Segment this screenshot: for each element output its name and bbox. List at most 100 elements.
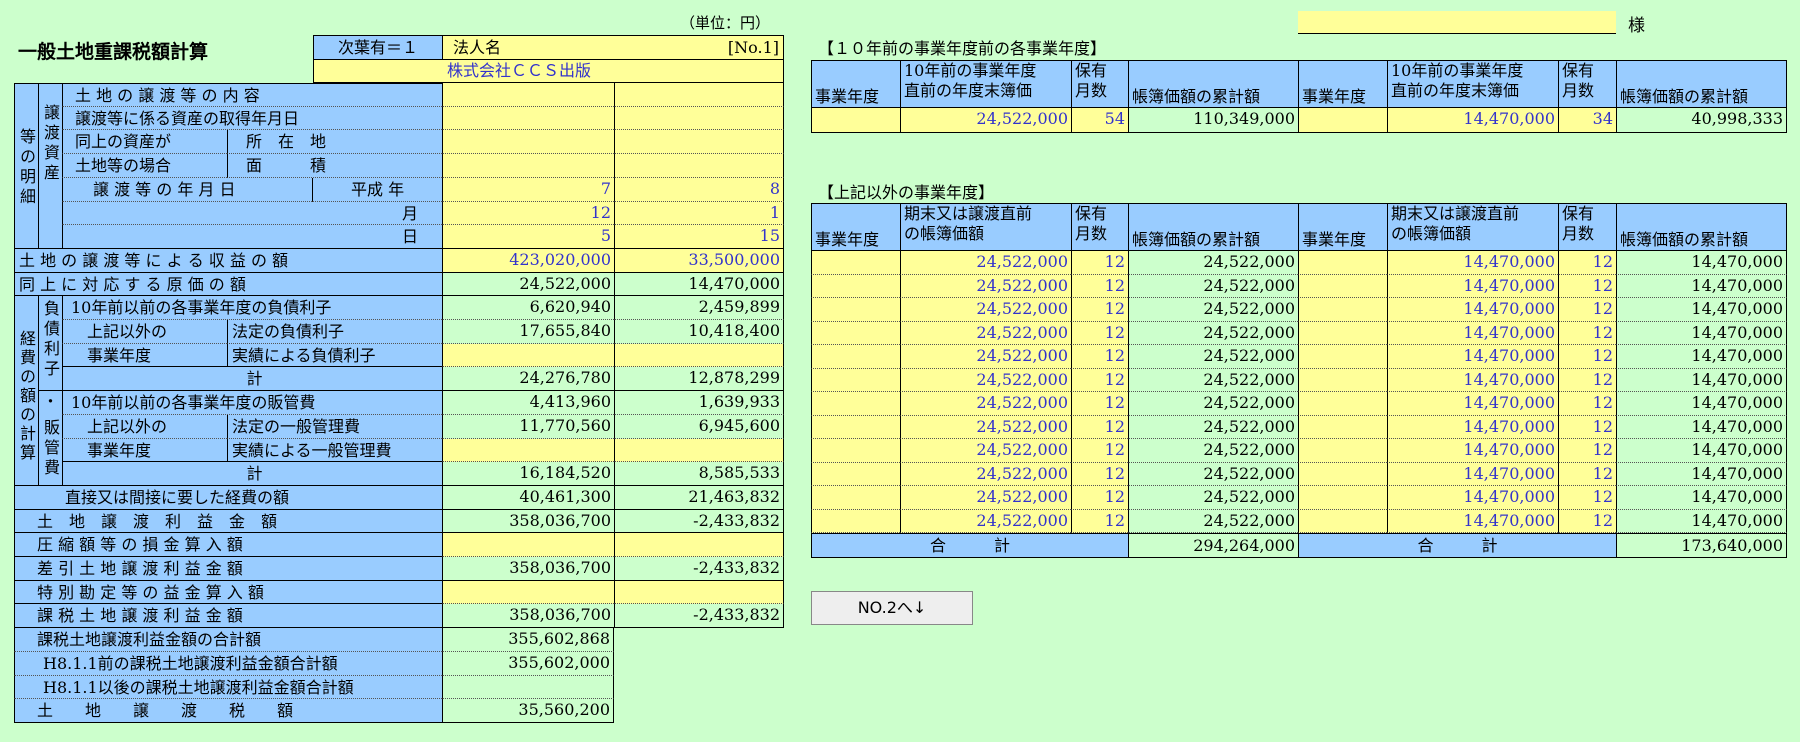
months-cell[interactable]: 34 — [1558, 108, 1616, 133]
book-value-cell[interactable]: 24,522,000 — [900, 463, 1071, 486]
months-cell[interactable]: 12 — [1071, 510, 1128, 533]
fiscal-year-cell[interactable] — [811, 510, 900, 533]
r20-value-1[interactable] — [442, 533, 614, 557]
year-value-2[interactable]: 8 — [614, 178, 784, 202]
corp-name-field[interactable]: 株式会社ＣＣＳ出版 — [313, 60, 784, 83]
book-value-cell[interactable]: 14,470,000 — [1387, 251, 1558, 275]
book-value-cell[interactable]: 24,522,000 — [900, 416, 1071, 439]
months-cell[interactable]: 12 — [1558, 251, 1616, 275]
r22-value-2[interactable] — [614, 581, 784, 604]
book-value-cell[interactable]: 24,522,000 — [900, 510, 1071, 533]
r1-value-1[interactable] — [442, 83, 614, 107]
r3d-value-2[interactable] — [614, 154, 784, 178]
book-value-cell[interactable]: 14,470,000 — [1387, 322, 1558, 345]
fiscal-year-cell[interactable] — [1298, 416, 1387, 439]
months-cell[interactable]: 12 — [1558, 322, 1616, 345]
months-cell[interactable]: 12 — [1558, 345, 1616, 369]
book-value-cell[interactable]: 14,470,000 — [1387, 416, 1558, 439]
months-cell[interactable]: 12 — [1071, 439, 1128, 463]
months-cell[interactable]: 12 — [1071, 486, 1128, 510]
months-cell[interactable]: 12 — [1071, 463, 1128, 486]
r16-value-2[interactable] — [614, 439, 784, 462]
r12-value-2[interactable] — [614, 344, 784, 367]
book-value-cell[interactable]: 14,470,000 — [1387, 298, 1558, 322]
book-value-cell[interactable]: 24,522,000 — [900, 251, 1071, 275]
months-cell[interactable]: 12 — [1071, 392, 1128, 416]
r1-value-2[interactable] — [614, 83, 784, 107]
fiscal-year-cell[interactable] — [811, 486, 900, 510]
year-value-1[interactable]: 7 — [442, 178, 614, 202]
day-value-2[interactable]: 15 — [614, 225, 784, 249]
r3c-value-2[interactable] — [614, 130, 784, 154]
fiscal-year-cell[interactable] — [811, 322, 900, 345]
fiscal-year-cell[interactable] — [811, 439, 900, 463]
fiscal-year-cell[interactable] — [1298, 369, 1387, 392]
month-value-2[interactable]: 1 — [614, 202, 784, 225]
income-value-1[interactable]: 423,020,000 — [442, 249, 614, 273]
r16-value-1[interactable] — [442, 439, 614, 462]
fiscal-year-cell[interactable] — [1298, 108, 1387, 133]
month-value-1[interactable]: 12 — [442, 202, 614, 225]
fiscal-year-cell[interactable] — [811, 392, 900, 416]
r3d-value-1[interactable] — [442, 154, 614, 178]
months-cell[interactable]: 54 — [1071, 108, 1128, 133]
book-value-cell[interactable]: 24,522,000 — [900, 275, 1071, 298]
book-value-cell[interactable]: 14,470,000 — [1387, 463, 1558, 486]
fiscal-year-cell[interactable] — [811, 275, 900, 298]
book-value-cell[interactable]: 14,470,000 — [1387, 486, 1558, 510]
fiscal-year-cell[interactable] — [1298, 251, 1387, 275]
months-cell[interactable]: 12 — [1558, 416, 1616, 439]
book-value-cell[interactable]: 24,522,000 — [900, 439, 1071, 463]
months-cell[interactable]: 12 — [1558, 275, 1616, 298]
fiscal-year-cell[interactable] — [1298, 322, 1387, 345]
fiscal-year-cell[interactable] — [811, 251, 900, 275]
r12-value-1[interactable] — [442, 344, 614, 367]
months-cell[interactable]: 12 — [1071, 345, 1128, 369]
months-cell[interactable]: 12 — [1558, 298, 1616, 322]
fiscal-year-cell[interactable] — [811, 369, 900, 392]
book-value-cell[interactable]: 14,470,000 — [1387, 510, 1558, 533]
book-value-cell[interactable]: 14,470,000 — [1387, 275, 1558, 298]
months-cell[interactable]: 12 — [1558, 369, 1616, 392]
fiscal-year-cell[interactable] — [1298, 463, 1387, 486]
r22-value-1[interactable] — [442, 581, 614, 604]
fiscal-year-cell[interactable] — [811, 463, 900, 486]
fiscal-year-cell[interactable] — [1298, 298, 1387, 322]
r2-value-2[interactable] — [614, 107, 784, 130]
book-value-cell[interactable]: 14,470,000 — [1387, 108, 1558, 133]
income-value-2[interactable]: 33,500,000 — [614, 249, 784, 273]
fiscal-year-cell[interactable] — [811, 298, 900, 322]
book-value-cell[interactable]: 24,522,000 — [900, 369, 1071, 392]
book-value-cell[interactable]: 24,522,000 — [900, 345, 1071, 369]
months-cell[interactable]: 12 — [1558, 392, 1616, 416]
months-cell[interactable]: 12 — [1071, 369, 1128, 392]
r20-value-2[interactable] — [614, 533, 784, 557]
r3c-value-1[interactable] — [442, 130, 614, 154]
months-cell[interactable]: 12 — [1071, 416, 1128, 439]
book-value-cell[interactable]: 14,470,000 — [1387, 369, 1558, 392]
fiscal-year-cell[interactable] — [1298, 510, 1387, 533]
fiscal-year-cell[interactable] — [1298, 439, 1387, 463]
months-cell[interactable]: 12 — [1558, 510, 1616, 533]
next-page-button[interactable]: NO.2へ↓ — [811, 591, 973, 625]
fiscal-year-cell[interactable] — [811, 108, 900, 133]
months-cell[interactable]: 12 — [1071, 322, 1128, 345]
book-value-cell[interactable]: 24,522,000 — [900, 298, 1071, 322]
book-value-cell[interactable]: 24,522,000 — [900, 322, 1071, 345]
fiscal-year-cell[interactable] — [1298, 345, 1387, 369]
r2-value-1[interactable] — [442, 107, 614, 130]
client-name-field[interactable] — [1298, 11, 1616, 34]
book-value-cell[interactable]: 14,470,000 — [1387, 439, 1558, 463]
fiscal-year-cell[interactable] — [1298, 275, 1387, 298]
fiscal-year-cell[interactable] — [1298, 486, 1387, 510]
months-cell[interactable]: 12 — [1558, 463, 1616, 486]
months-cell[interactable]: 12 — [1071, 275, 1128, 298]
fiscal-year-cell[interactable] — [811, 416, 900, 439]
book-value-cell[interactable]: 24,522,000 — [900, 486, 1071, 510]
months-cell[interactable]: 12 — [1558, 439, 1616, 463]
fiscal-year-cell[interactable] — [811, 345, 900, 369]
book-value-cell[interactable]: 14,470,000 — [1387, 392, 1558, 416]
book-value-cell[interactable]: 14,470,000 — [1387, 345, 1558, 369]
months-cell[interactable]: 12 — [1071, 298, 1128, 322]
day-value-1[interactable]: 5 — [442, 225, 614, 249]
